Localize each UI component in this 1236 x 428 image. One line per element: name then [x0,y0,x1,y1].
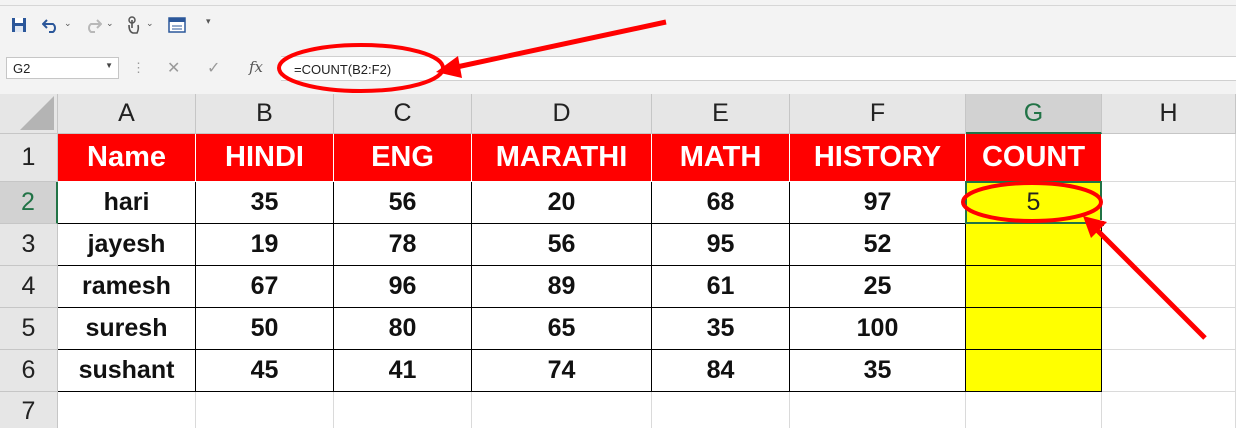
header-cell-history[interactable]: HISTORY [790,134,966,182]
table-cell[interactable]: 19 [196,224,334,266]
insert-function-icon[interactable]: fx [249,58,263,76]
cell-blank[interactable] [196,392,334,428]
cell-blank[interactable] [1102,308,1236,350]
table-cell[interactable]: 65 [472,308,652,350]
table-cell[interactable]: 56 [472,224,652,266]
table-cell[interactable]: hari [58,182,196,224]
cancel-icon[interactable]: ✕ [167,58,180,78]
table-cell[interactable]: ramesh [58,266,196,308]
table-cell[interactable]: jayesh [58,224,196,266]
name-box[interactable]: G2 ▼ [6,57,119,79]
column-header-g[interactable]: G [966,94,1102,134]
table-cell[interactable]: 61 [652,266,790,308]
column-header-e[interactable]: E [652,94,790,134]
table-cell[interactable]: 80 [334,308,472,350]
count-cell[interactable] [966,308,1102,350]
table-cell[interactable]: 56 [334,182,472,224]
header-cell-name[interactable]: Name [58,134,196,182]
formula-bar-grip-icon[interactable]: ⋮ [132,60,145,76]
quick-access-toolbar: ⌄ ⌄ ⌄ ▾ [0,6,1236,44]
cell-blank[interactable] [334,392,472,428]
customize-qat-icon[interactable]: ▾ [206,16,211,27]
undo-dropdown-icon[interactable]: ⌄ [64,18,72,29]
row-header-7[interactable]: 7 [0,392,58,428]
cell-h1[interactable] [1102,134,1236,182]
column-header-f[interactable]: F [790,94,966,134]
redo-icon[interactable] [82,14,104,36]
column-header-b[interactable]: B [196,94,334,134]
row-header-6[interactable]: 6 [0,350,58,392]
row-header-3[interactable]: 3 [0,224,58,266]
table-cell[interactable]: 74 [472,350,652,392]
row-header-1[interactable]: 1 [0,134,58,182]
table-cell[interactable]: 84 [652,350,790,392]
table-cell[interactable]: 20 [472,182,652,224]
table-cell[interactable]: 68 [652,182,790,224]
save-icon[interactable] [8,14,30,36]
select-all-corner[interactable] [0,94,58,134]
cell-blank[interactable] [58,392,196,428]
name-box-value: G2 [13,61,31,76]
header-cell-count[interactable]: COUNT [966,134,1102,182]
name-box-dropdown-icon[interactable]: ▼ [105,61,113,70]
cell-blank[interactable] [1102,266,1236,308]
column-header-a[interactable]: A [58,94,196,134]
header-cell-hindi[interactable]: HINDI [196,134,334,182]
table-cell[interactable]: 50 [196,308,334,350]
table-cell[interactable]: 35 [790,350,966,392]
cell-blank[interactable] [472,392,652,428]
redo-dropdown-icon[interactable]: ⌄ [106,18,114,29]
count-cell[interactable] [966,350,1102,392]
cell-blank[interactable] [790,392,966,428]
formula-input[interactable]: =COUNT(B2:F2) [281,56,1236,81]
table-cell[interactable]: 45 [196,350,334,392]
table-cell[interactable]: 95 [652,224,790,266]
cell-blank[interactable] [1102,392,1236,428]
cell-blank[interactable] [966,392,1102,428]
table-cell[interactable]: 67 [196,266,334,308]
table-cell[interactable]: 41 [334,350,472,392]
table-cell[interactable]: 78 [334,224,472,266]
table-cell[interactable]: 25 [790,266,966,308]
table-cell[interactable]: 89 [472,266,652,308]
table-cell[interactable]: sushant [58,350,196,392]
header-cell-eng[interactable]: ENG [334,134,472,182]
column-header-d[interactable]: D [472,94,652,134]
touch-dropdown-icon[interactable]: ⌄ [146,18,154,29]
table-cell[interactable]: 96 [334,266,472,308]
header-cell-marathi[interactable]: MARATHI [472,134,652,182]
formula-bar: G2 ▼ ⋮ ✕ ✓ fx =COUNT(B2:F2) [0,44,1236,94]
cell-blank[interactable] [1102,350,1236,392]
count-cell[interactable]: 5 [966,182,1102,224]
cell-blank[interactable] [1102,182,1236,224]
table-cell[interactable]: 52 [790,224,966,266]
column-header-c[interactable]: C [334,94,472,134]
row-header-4[interactable]: 4 [0,266,58,308]
form-icon[interactable] [166,14,188,36]
count-cell[interactable] [966,224,1102,266]
cell-blank[interactable] [652,392,790,428]
touch-mode-icon[interactable] [122,14,144,36]
fill-handle[interactable] [1098,220,1105,227]
count-cell[interactable] [966,266,1102,308]
row-header-2[interactable]: 2 [0,182,58,224]
cell-blank[interactable] [1102,224,1236,266]
table-cell[interactable]: 100 [790,308,966,350]
table-cell[interactable]: 97 [790,182,966,224]
table-cell[interactable]: suresh [58,308,196,350]
table-cell[interactable]: 35 [196,182,334,224]
header-cell-math[interactable]: MATH [652,134,790,182]
undo-icon[interactable] [40,14,62,36]
enter-icon[interactable]: ✓ [207,58,220,78]
column-header-h[interactable]: H [1102,94,1236,134]
table-cell[interactable]: 35 [652,308,790,350]
row-header-5[interactable]: 5 [0,308,58,350]
